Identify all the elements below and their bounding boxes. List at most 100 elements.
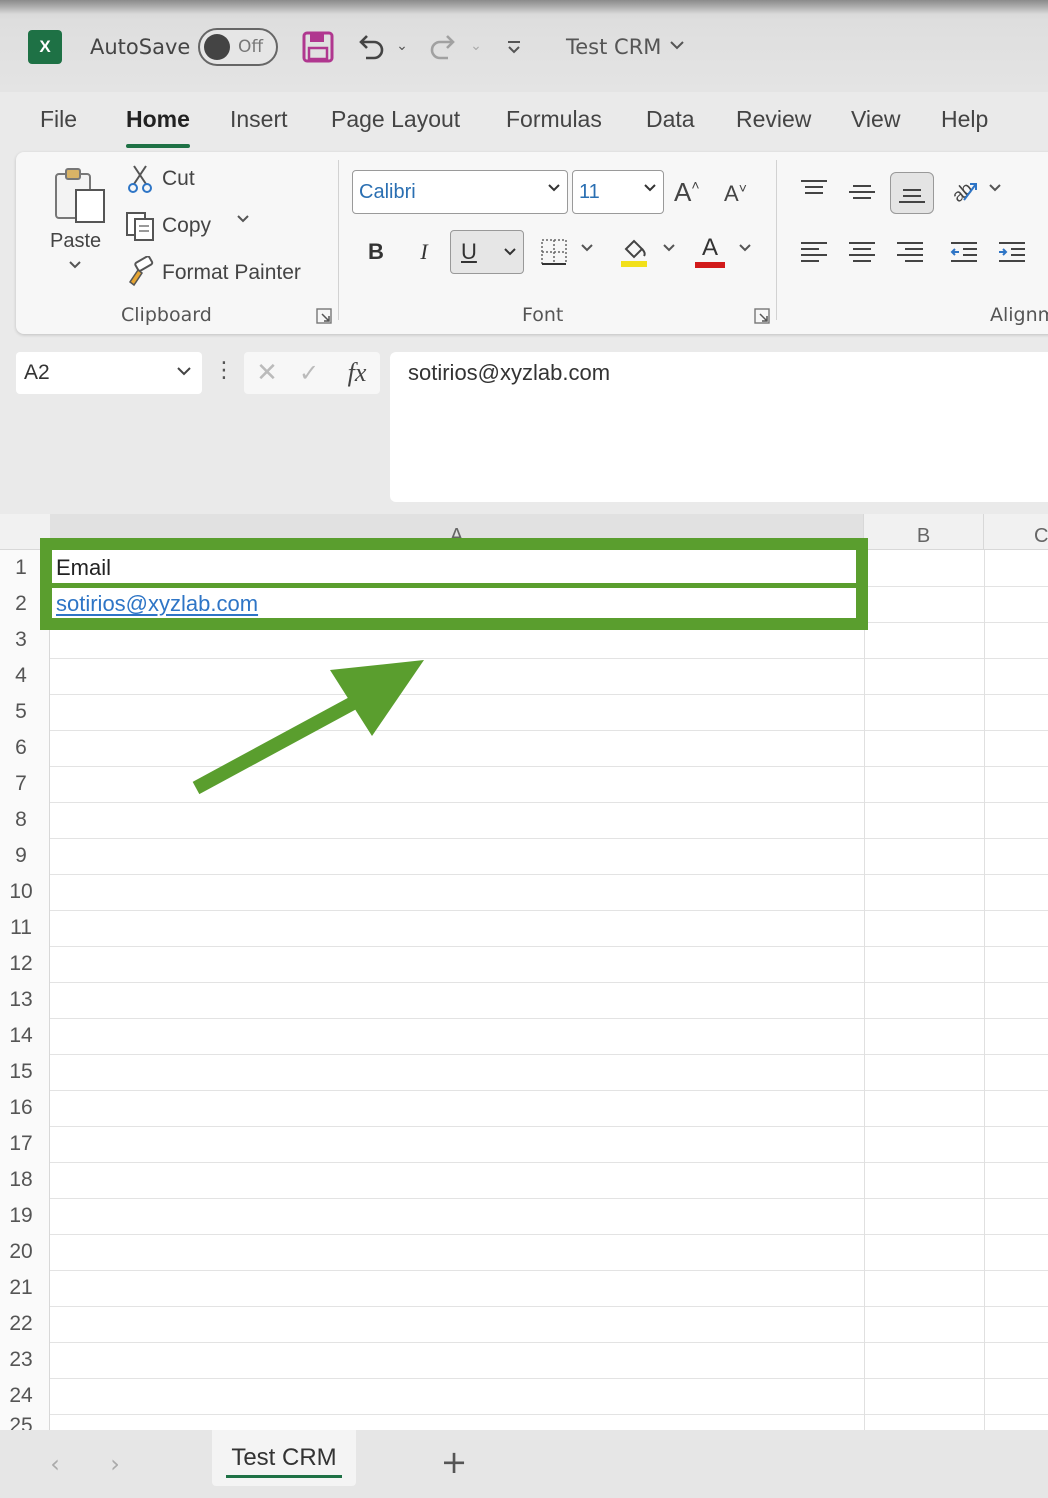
font-color-swatch [695,262,725,268]
tab-review[interactable]: Review [736,106,811,140]
clipboard-launcher-icon[interactable] [316,308,334,326]
paste-dropdown-icon[interactable] [68,260,82,270]
copy-icon[interactable] [124,210,156,242]
row-header[interactable]: 12 [0,946,50,982]
row-header[interactable]: 23 [0,1342,50,1378]
column-header-a[interactable]: A [50,514,864,550]
pointer-arrow-icon [192,660,424,795]
italic-button[interactable]: I [404,230,444,274]
paste-icon[interactable] [52,164,108,228]
column-header-c[interactable]: C [984,514,1048,550]
tab-home[interactable]: Home [126,106,190,148]
redo-dropdown-icon[interactable]: ⌄ [466,34,486,58]
excel-logo-icon: X [28,30,62,64]
row-header[interactable]: 3 [0,622,50,658]
row-header[interactable]: 8 [0,802,50,838]
more-options-icon[interactable]: ⋮ [213,358,235,388]
font-size-combo[interactable]: 11 [572,170,664,214]
tab-view[interactable]: View [851,106,900,140]
row-header[interactable]: 24 [0,1378,50,1414]
align-left-icon[interactable] [794,232,834,272]
row-header[interactable]: 19 [0,1198,50,1234]
insert-function-icon[interactable]: fx [340,356,374,390]
text-orientation-icon[interactable]: ab [944,170,984,210]
row-header[interactable]: 15 [0,1054,50,1090]
align-center-icon[interactable] [842,232,882,272]
borders-icon[interactable] [534,230,574,274]
fill-color-dropdown-icon[interactable] [662,242,676,257]
cell-a2[interactable]: sotirios@xyzlab.com [56,586,258,622]
paintbrush-icon[interactable] [124,256,156,288]
autosave-toggle[interactable]: Off [198,28,278,66]
save-icon[interactable] [300,30,336,64]
bold-button[interactable]: B [356,230,396,274]
add-sheet-icon[interactable]: + [436,1442,472,1482]
undo-icon[interactable] [352,28,388,64]
row-header[interactable]: 11 [0,910,50,946]
row-header[interactable]: 17 [0,1126,50,1162]
font-launcher-icon[interactable] [754,308,772,326]
autosave-state-label: Off [238,37,264,57]
align-right-icon[interactable] [890,232,930,272]
undo-dropdown-icon[interactable]: ⌄ [392,34,412,58]
align-bottom-icon[interactable] [890,172,934,214]
row-header[interactable]: 13 [0,982,50,1018]
row-header[interactable]: 20 [0,1234,50,1270]
increase-indent-icon[interactable] [992,232,1032,272]
row-header[interactable]: 2 [0,586,50,622]
cell-a1[interactable]: Email [56,550,111,586]
row-header[interactable]: 18 [0,1162,50,1198]
cut-button[interactable]: Cut [162,164,195,194]
column-header-b[interactable]: B [864,514,984,550]
redo-icon[interactable] [426,28,462,64]
name-box[interactable]: A2 [16,352,202,394]
row-header[interactable]: 4 [0,658,50,694]
formula-input[interactable]: sotirios@xyzlab.com [390,352,1048,502]
row-gridline [50,1270,1048,1271]
underline-button[interactable]: U [450,230,524,274]
row-gridline [50,622,1048,623]
worksheet-grid[interactable]: A B C 1 2 3 4 5 6 7 8 9 10 11 12 13 14 15 16 17 18 19 20 21 2… [0,514,1048,1451]
sheet-tab-test-crm[interactable]: Test CRM [212,1430,356,1486]
tab-formulas[interactable]: Formulas [506,106,602,140]
row-header[interactable]: 22 [0,1306,50,1342]
paste-button[interactable]: Paste [50,230,101,253]
row-header[interactable]: 14 [0,1018,50,1054]
row-header[interactable]: 25 [0,1414,50,1430]
decrease-font-size-icon[interactable]: A ˅ [724,176,764,212]
copy-button[interactable]: Copy [162,210,211,242]
decrease-indent-icon[interactable] [944,232,984,272]
tab-insert[interactable]: Insert [230,106,288,140]
toggle-knob [204,34,230,60]
row-header[interactable]: 16 [0,1090,50,1126]
row-header[interactable]: 1 [0,550,50,586]
row-header[interactable]: 10 [0,874,50,910]
font-name-combo[interactable]: Calibri [352,170,568,214]
tab-help[interactable]: Help [941,106,988,140]
tab-data[interactable]: Data [646,106,695,140]
fill-color-icon[interactable] [614,230,654,274]
orientation-dropdown-icon[interactable] [988,182,1002,197]
font-color-dropdown-icon[interactable] [738,242,752,257]
enter-check-icon[interactable]: ✓ [294,358,324,388]
borders-dropdown-icon[interactable] [580,242,594,257]
document-title[interactable]: Test CRM [566,32,685,62]
format-painter-button[interactable]: Format Painter [162,258,301,288]
row-header[interactable]: 9 [0,838,50,874]
row-header[interactable]: 7 [0,766,50,802]
tab-page-layout[interactable]: Page Layout [331,106,460,140]
row-header[interactable]: 5 [0,694,50,730]
row-header[interactable]: 6 [0,730,50,766]
align-top-icon[interactable] [794,170,834,210]
row-header[interactable]: 21 [0,1270,50,1306]
scissors-icon[interactable] [126,164,154,194]
font-color-icon[interactable]: A [690,230,730,274]
tab-file[interactable]: File [40,106,77,140]
customize-toolbar-icon[interactable] [502,34,526,60]
previous-sheet-icon[interactable]: ‹ [40,1446,70,1482]
copy-dropdown-icon[interactable] [236,214,250,224]
cancel-icon[interactable]: ✕ [252,358,282,388]
next-sheet-icon[interactable]: › [100,1446,130,1482]
align-middle-icon[interactable] [842,172,882,212]
increase-font-size-icon[interactable]: A ˄ [674,172,714,212]
